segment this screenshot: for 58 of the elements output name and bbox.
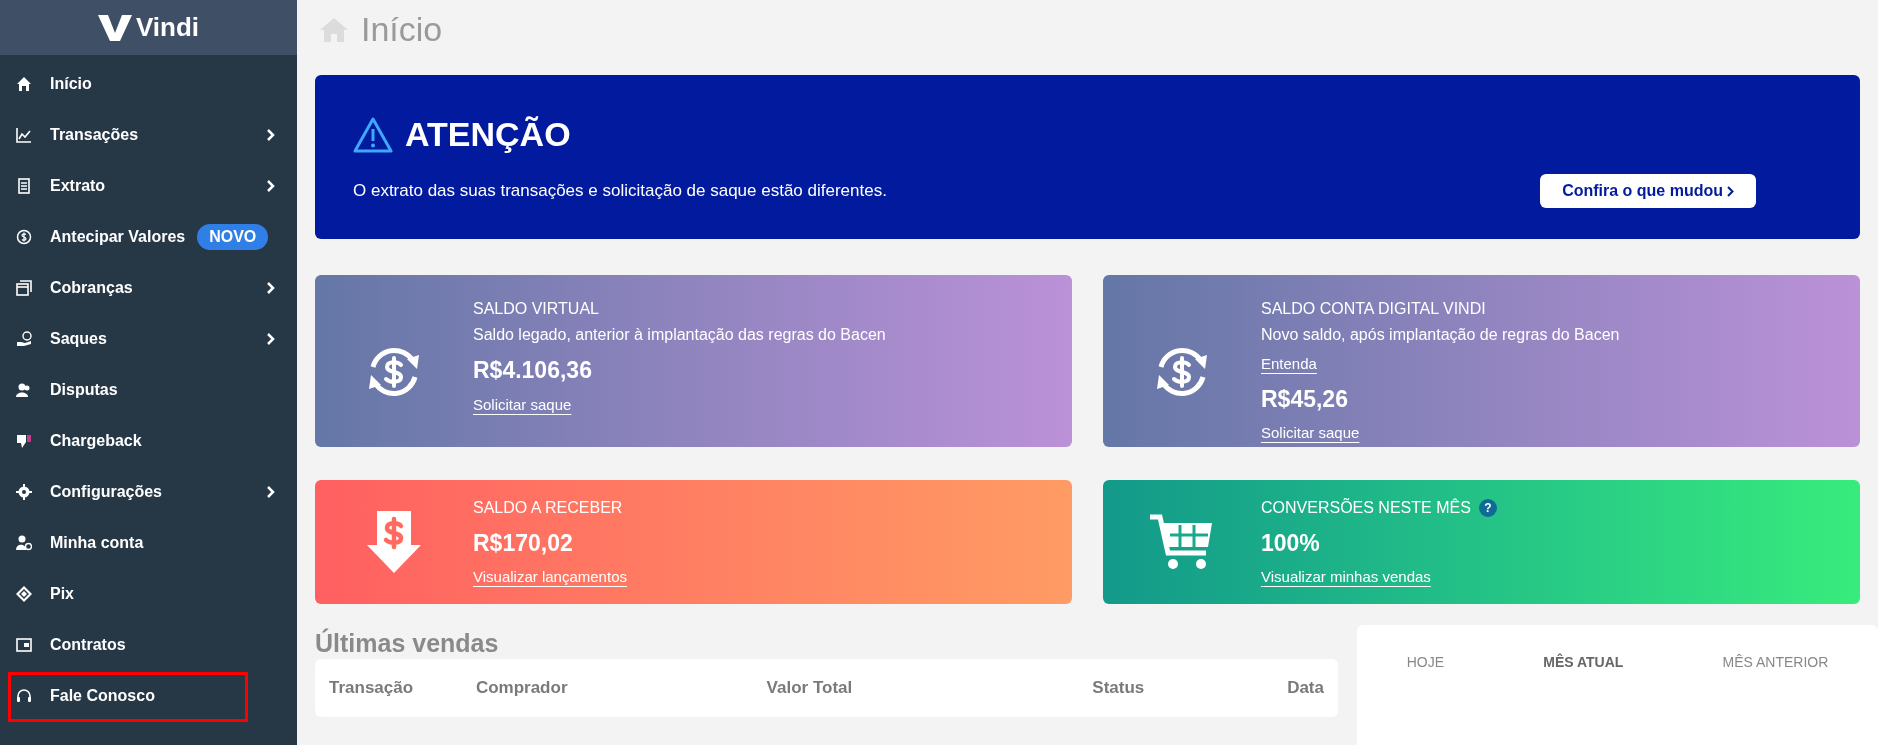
column-header: Transação <box>329 677 415 700</box>
period-tab[interactable]: MÊS ATUAL <box>1543 651 1624 673</box>
card-subtitle: Novo saldo, após implantação de regras do Bacen <box>1261 325 1620 345</box>
page-title: Início <box>361 9 443 51</box>
card-link[interactable]: Entenda <box>1261 353 1317 376</box>
dollar-coin-icon <box>16 228 32 245</box>
alert-message: O extrato das suas transações e solicitação de saque estão diferentes. <box>353 180 887 203</box>
menu-item[interactable]: Cobranças <box>50 275 133 300</box>
help-icon[interactable]: ? <box>1478 498 1497 517</box>
column-header: Valor Total <box>766 677 854 700</box>
column-header: Data <box>1287 677 1324 700</box>
warning-icon <box>353 116 393 153</box>
card-link[interactable]: Solicitar saque <box>473 393 572 416</box>
menu-item[interactable]: Configurações <box>50 479 162 504</box>
card-value: 100% <box>1261 528 1321 558</box>
menu-item[interactable]: Fale Conosco <box>50 683 155 708</box>
diamond-icon <box>16 585 32 602</box>
card-title: SALDO A RECEBER <box>473 497 623 518</box>
chevron-right-icon <box>1727 185 1734 197</box>
card-title: SALDO VIRTUAL <box>473 299 599 319</box>
wallet-icon <box>16 636 32 653</box>
document-icon <box>16 177 32 194</box>
card-subtitle: Saldo legado, anterior à implantação das regras do Bacen <box>473 325 886 345</box>
dollar-down-arrow-icon <box>367 511 421 573</box>
cards-icon <box>16 279 32 296</box>
card-value: R$170,02 <box>473 528 574 558</box>
new-badge: NOVO <box>197 223 269 250</box>
card-value: R$4.106,36 <box>473 356 593 385</box>
menu-item[interactable]: Antecipar Valores <box>50 224 186 249</box>
card-value: R$45,26 <box>1261 384 1349 414</box>
menu-item[interactable]: Extrato <box>50 173 106 198</box>
line-chart-icon <box>16 126 32 143</box>
period-tab[interactable]: HOJE <box>1406 651 1444 673</box>
alert-button[interactable]: Confira o que mudou <box>1540 174 1756 209</box>
alert-title: ATENÇÃO <box>405 114 571 156</box>
logo-text: Vindi <box>135 11 200 44</box>
menu-item[interactable]: Pix <box>50 581 74 606</box>
section-title: Últimas vendas <box>315 627 500 659</box>
menu-item[interactable]: Chargeback <box>50 428 142 453</box>
column-header: Comprador <box>475 677 569 700</box>
people-icon <box>16 381 32 398</box>
logo-icon <box>97 12 132 43</box>
card-link[interactable]: Solicitar saque <box>1261 422 1360 445</box>
thumbs-down-icon <box>16 432 32 449</box>
card-title: SALDO CONTA DIGITAL VINDI <box>1261 299 1486 319</box>
menu-item[interactable]: Disputas <box>50 377 118 402</box>
menu-item[interactable]: Início <box>50 71 92 96</box>
period-tab[interactable]: MÊS ANTERIOR <box>1722 651 1829 673</box>
home-icon <box>16 75 32 92</box>
menu-item[interactable]: Minha conta <box>50 530 144 555</box>
hand-coin-icon <box>16 330 32 347</box>
shopping-cart-icon <box>1150 513 1214 571</box>
menu-item[interactable]: Transações <box>50 122 139 147</box>
menu-item[interactable]: Saques <box>50 326 107 351</box>
column-header: Status <box>1092 677 1146 700</box>
card-title: CONVERSÕES NESTE MÊS <box>1261 497 1471 518</box>
menu-item[interactable]: Contratos <box>50 632 126 657</box>
headset-icon <box>16 687 32 704</box>
